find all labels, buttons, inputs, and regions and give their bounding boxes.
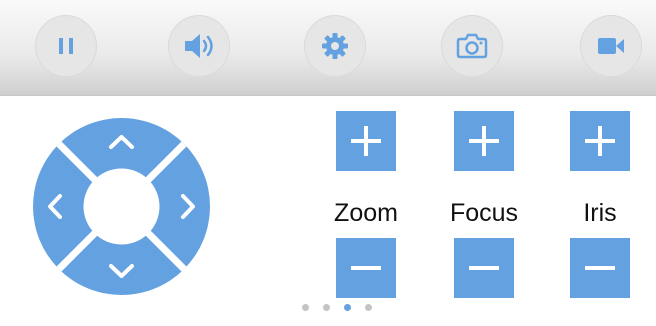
- settings-button[interactable]: [304, 15, 366, 77]
- page-dot-3[interactable]: [344, 304, 351, 311]
- page-indicator: [302, 304, 372, 312]
- iris-open-button[interactable]: [570, 111, 630, 171]
- gear-icon: [322, 33, 348, 59]
- camera-icon: [456, 33, 488, 59]
- focus-in-button[interactable]: [454, 111, 514, 171]
- pause-button[interactable]: [35, 15, 97, 77]
- record-button[interactable]: [580, 15, 642, 77]
- iris-label: Iris: [583, 199, 617, 227]
- direction-pad: [33, 118, 210, 295]
- zoom-in-button[interactable]: [336, 111, 396, 171]
- zoom-out-button[interactable]: [336, 238, 396, 298]
- video-camera-icon: [598, 38, 624, 54]
- top-toolbar: [0, 0, 656, 96]
- page-dot-1[interactable]: [302, 304, 309, 311]
- volume-icon: [185, 34, 213, 58]
- volume-button[interactable]: [168, 15, 230, 77]
- iris-close-button[interactable]: [570, 238, 630, 298]
- plus-icon: [585, 126, 615, 156]
- plus-icon: [469, 126, 499, 156]
- zoom-control: Zoom: [334, 111, 398, 306]
- page-dot-4[interactable]: [365, 304, 372, 311]
- focus-control: Focus: [450, 111, 518, 306]
- minus-icon: [585, 266, 615, 270]
- snapshot-button[interactable]: [441, 15, 503, 77]
- plus-icon: [351, 126, 381, 156]
- page-dot-2[interactable]: [323, 304, 330, 311]
- minus-icon: [469, 266, 499, 270]
- pause-icon: [59, 38, 73, 54]
- focus-out-button[interactable]: [454, 238, 514, 298]
- iris-control: Iris: [570, 111, 630, 306]
- ptz-control-screen: Zoom Focus Iris: [0, 0, 656, 326]
- minus-icon: [351, 266, 381, 270]
